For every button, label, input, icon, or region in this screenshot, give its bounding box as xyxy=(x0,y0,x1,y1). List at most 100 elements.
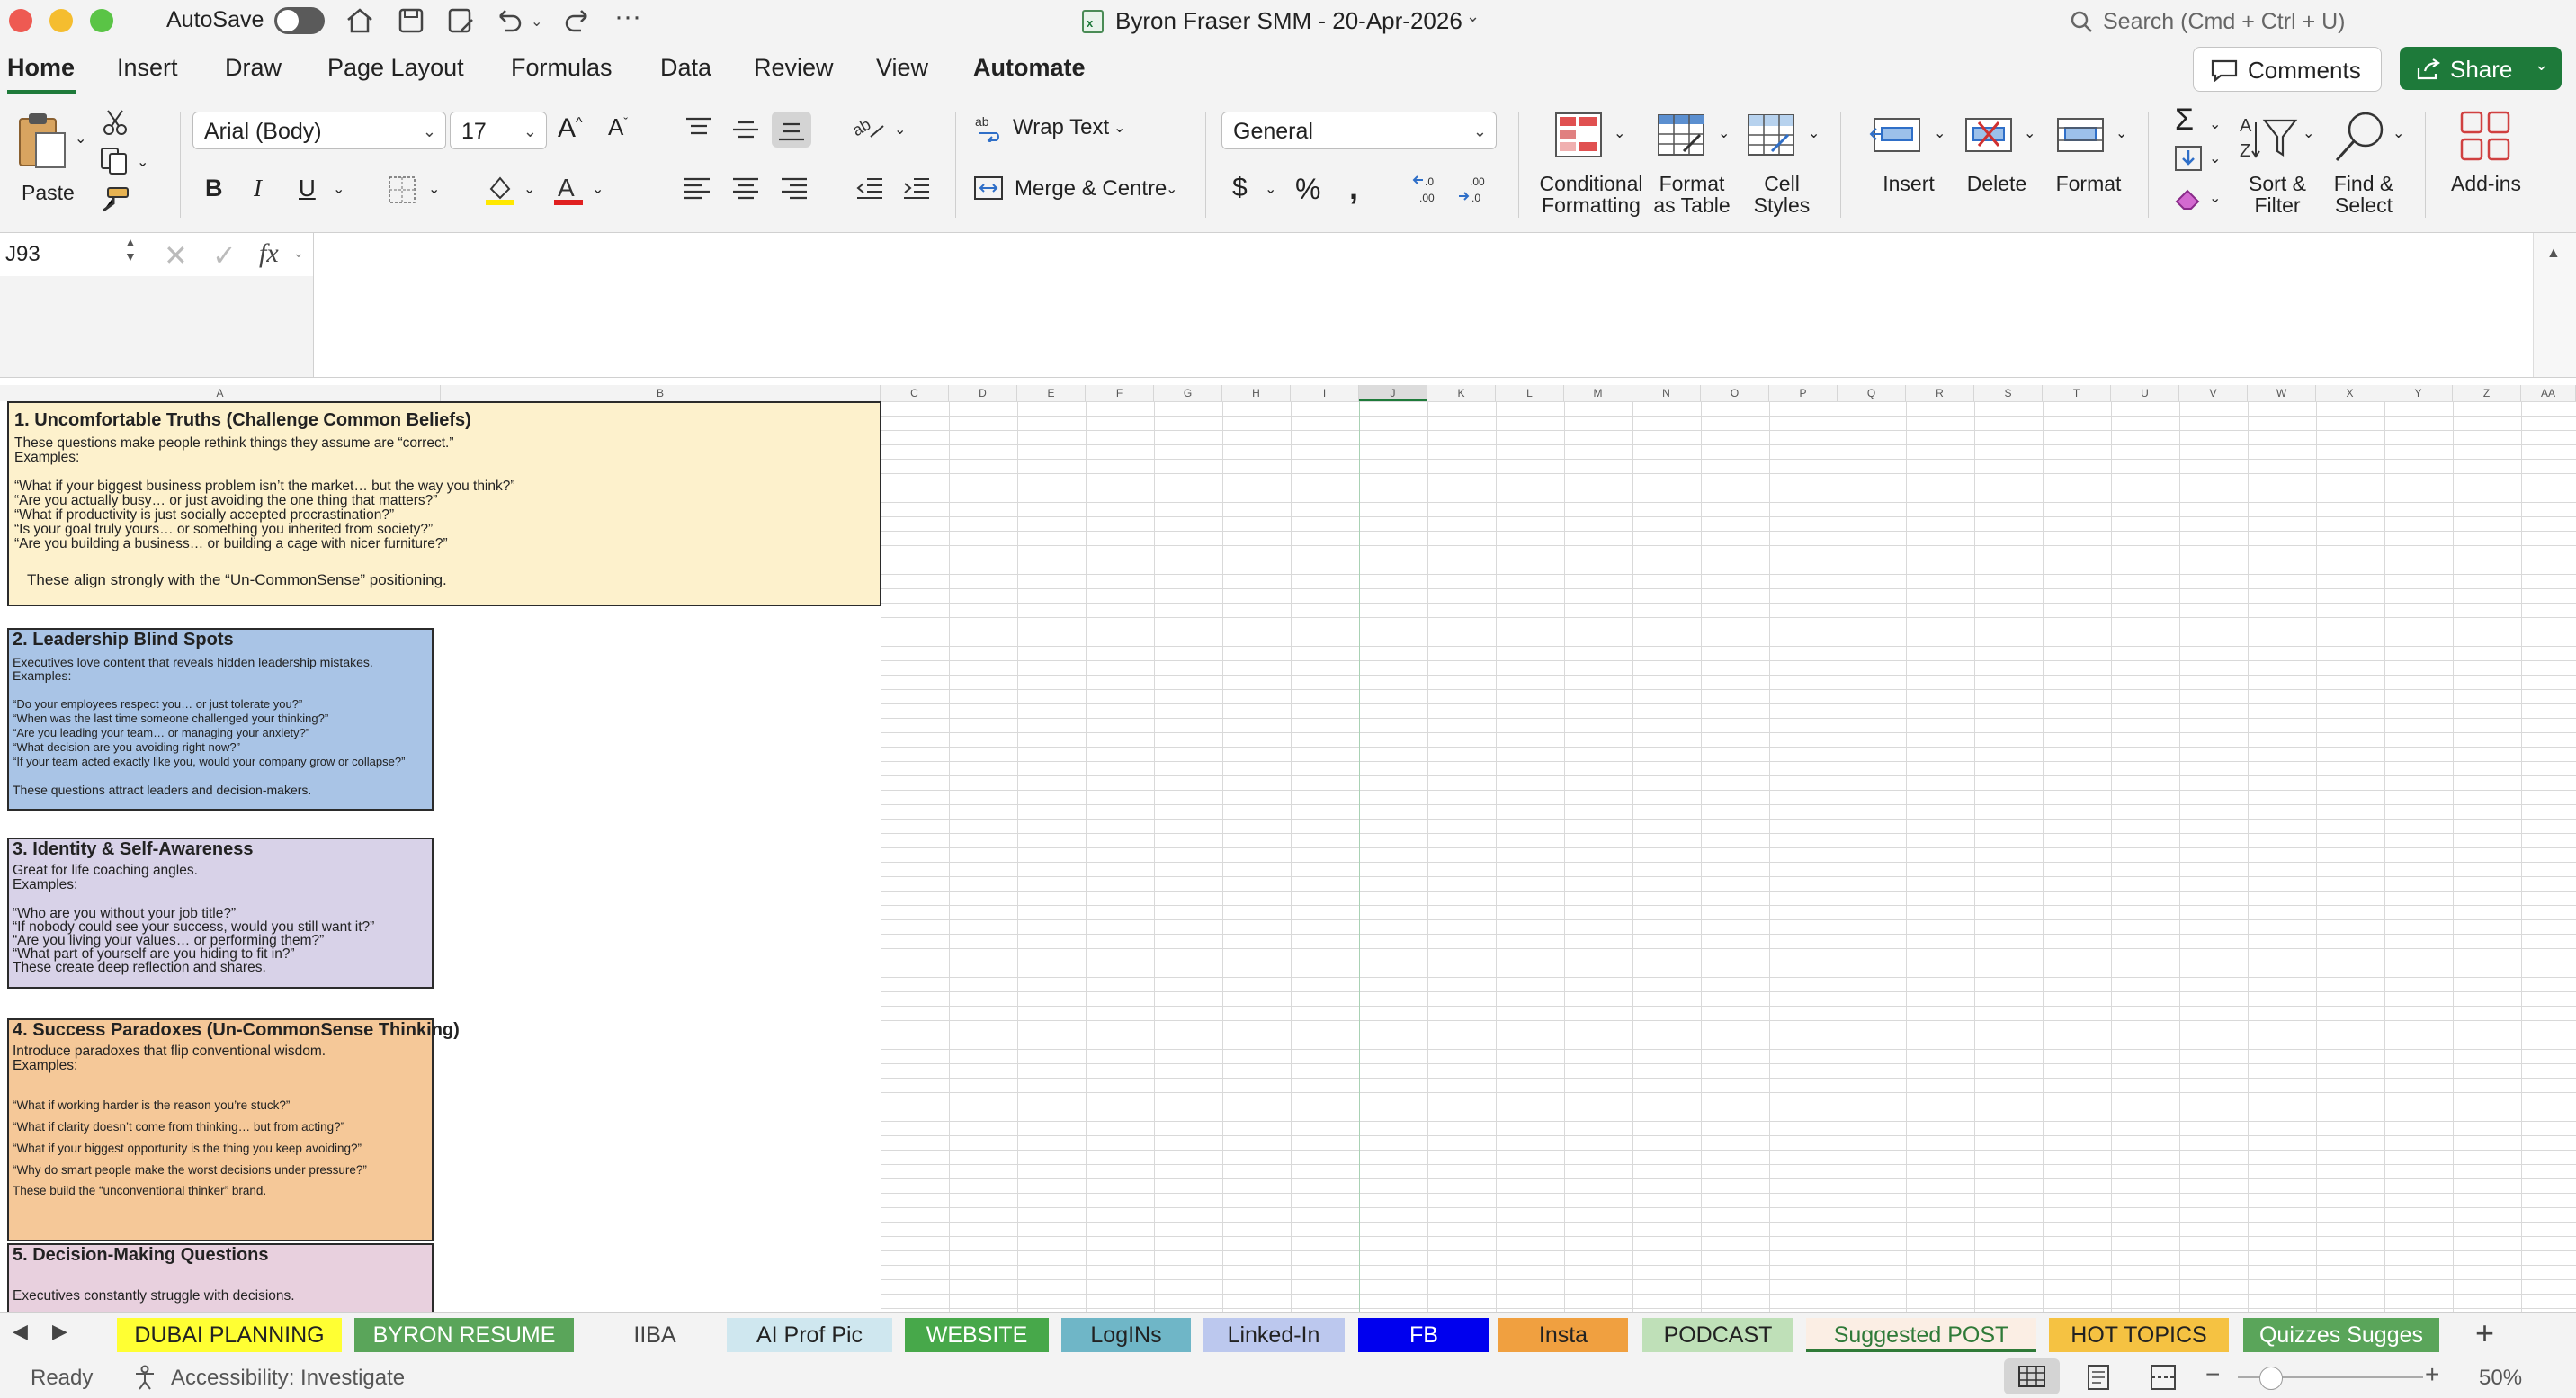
format-as-table-dropdown-icon[interactable]: ⌄ xyxy=(1718,124,1730,142)
format-cells-dropdown-icon[interactable]: ⌄ xyxy=(2115,124,2127,142)
format-cells-icon[interactable] xyxy=(2053,110,2108,160)
sheet-tab[interactable]: AI Prof Pic xyxy=(727,1318,892,1352)
underline-dropdown-icon[interactable]: ⌄ xyxy=(333,180,344,198)
column-header[interactable]: N xyxy=(1632,385,1701,401)
fill-icon[interactable] xyxy=(2173,144,2204,173)
normal-view-button[interactable] xyxy=(2004,1358,2060,1394)
autosave-toggle[interactable] xyxy=(274,7,325,34)
zoom-level[interactable]: 50% xyxy=(2479,1366,2522,1391)
currency-button[interactable]: $ xyxy=(1232,173,1248,203)
orientation-icon[interactable]: ab xyxy=(853,113,889,144)
name-box[interactable]: J93 ▲ ▼ xyxy=(0,233,144,276)
column-header[interactable]: A xyxy=(0,385,441,401)
align-middle-icon[interactable] xyxy=(730,115,761,142)
merge-centre-button[interactable]: Merge & Centre xyxy=(1015,176,1167,202)
wrap-text-button[interactable]: Wrap Text xyxy=(1013,115,1109,140)
cell-styles-icon[interactable] xyxy=(1747,110,1799,160)
clear-dropdown-icon[interactable]: ⌄ xyxy=(2209,189,2221,207)
tab-review[interactable]: Review xyxy=(754,54,834,82)
copy-dropdown-icon[interactable]: ⌄ xyxy=(137,153,148,171)
column-header-selected[interactable]: J xyxy=(1359,385,1427,401)
sort-filter-dropdown-icon[interactable]: ⌄ xyxy=(2303,124,2314,142)
borders-dropdown-icon[interactable]: ⌄ xyxy=(428,180,440,198)
decrease-indent-icon[interactable] xyxy=(854,175,885,202)
comma-style-button[interactable]: , xyxy=(1349,169,1358,207)
sheet-tab[interactable]: IIBA xyxy=(588,1318,721,1352)
fill-dropdown-icon[interactable]: ⌄ xyxy=(2209,149,2221,167)
comments-button[interactable]: Comments xyxy=(2193,47,2382,92)
cancel-entry-icon[interactable]: ✕ xyxy=(164,238,188,273)
delete-cells-dropdown-icon[interactable]: ⌄ xyxy=(2024,124,2035,142)
card-uncomfortable-truths[interactable]: 1. Uncomfortable Truths (Challenge Commo… xyxy=(7,401,881,606)
insert-cells-icon[interactable] xyxy=(1869,110,1925,160)
column-header[interactable]: W xyxy=(2248,385,2316,401)
merge-centre-dropdown-icon[interactable]: ⌄ xyxy=(1166,180,1177,198)
increase-font-size-icon[interactable]: A^ xyxy=(558,113,583,144)
tab-home[interactable]: Home xyxy=(7,54,75,82)
next-sheet-icon[interactable]: ▶ xyxy=(52,1320,67,1343)
column-header[interactable]: L xyxy=(1496,385,1564,401)
increase-indent-icon[interactable] xyxy=(901,175,932,202)
column-header[interactable]: Z xyxy=(2453,385,2521,401)
align-center-icon[interactable] xyxy=(730,175,761,202)
sort-filter-icon[interactable]: AZ xyxy=(2240,112,2299,166)
font-name-select[interactable]: Arial (Body) ⌄ xyxy=(192,112,446,149)
underline-button[interactable]: U xyxy=(299,175,316,202)
font-color-icon[interactable]: A xyxy=(552,173,585,207)
insert-cells-dropdown-icon[interactable]: ⌄ xyxy=(1934,124,1945,142)
column-header[interactable]: Y xyxy=(2384,385,2453,401)
sheet-tab[interactable]: BYRON RESUME xyxy=(354,1318,574,1352)
undo-icon[interactable] xyxy=(493,4,525,36)
insert-function-button[interactable]: fx xyxy=(259,238,279,269)
sheet-tab[interactable]: DUBAI PLANNING xyxy=(117,1318,342,1352)
tab-formulas[interactable]: Formulas xyxy=(511,54,613,82)
find-select-dropdown-icon[interactable]: ⌄ xyxy=(2393,124,2404,142)
card-decision-making[interactable]: 5. Decision-Making Questions Executives … xyxy=(7,1243,434,1315)
home-icon[interactable] xyxy=(344,5,375,36)
tab-view[interactable]: View xyxy=(876,54,928,82)
column-header[interactable]: B xyxy=(441,385,881,401)
clear-icon[interactable] xyxy=(2173,185,2204,212)
column-header[interactable]: K xyxy=(1427,385,1496,401)
minimize-window-button[interactable] xyxy=(49,9,73,32)
italic-button[interactable]: I xyxy=(254,175,262,202)
autosum-icon[interactable]: Σ xyxy=(2175,103,2194,138)
column-header[interactable]: AA xyxy=(2521,385,2576,401)
function-dropdown-icon[interactable]: ⌄ xyxy=(293,246,304,261)
find-select-icon[interactable] xyxy=(2331,108,2391,167)
number-format-select[interactable]: General ⌄ xyxy=(1221,112,1497,149)
title-dropdown-icon[interactable]: ⌄ xyxy=(1466,7,1480,26)
page-layout-view-icon[interactable] xyxy=(2087,1364,2110,1391)
wrap-text-dropdown-icon[interactable]: ⌄ xyxy=(1114,119,1125,137)
sheet-tab-active[interactable]: Suggested POST xyxy=(1806,1318,2036,1352)
align-top-icon[interactable] xyxy=(684,115,714,142)
decrease-font-size-icon[interactable]: Aˇ xyxy=(608,113,628,141)
column-header[interactable]: G xyxy=(1154,385,1222,401)
zoom-in-button[interactable]: + xyxy=(2425,1360,2439,1389)
column-header[interactable]: O xyxy=(1701,385,1769,401)
sheet-tab[interactable]: FB xyxy=(1358,1318,1489,1352)
column-header[interactable]: V xyxy=(2179,385,2248,401)
save-icon[interactable] xyxy=(396,5,426,36)
confirm-entry-icon[interactable]: ✓ xyxy=(212,238,237,273)
accessibility-status[interactable]: Accessibility: Investigate xyxy=(171,1366,405,1391)
formula-bar-collapse[interactable]: ▲ xyxy=(2533,233,2576,377)
fill-color-icon[interactable] xyxy=(484,173,516,207)
column-header[interactable]: E xyxy=(1017,385,1086,401)
column-header[interactable]: R xyxy=(1906,385,1974,401)
column-header[interactable]: U xyxy=(2111,385,2179,401)
accessibility-icon[interactable] xyxy=(131,1364,158,1391)
delete-cells-icon[interactable] xyxy=(1961,110,2017,160)
undo-dropdown-icon[interactable]: ⌄ xyxy=(531,13,542,31)
tab-automate[interactable]: Automate xyxy=(973,54,1086,82)
add-ins-icon[interactable] xyxy=(2459,110,2511,162)
fill-color-dropdown-icon[interactable]: ⌄ xyxy=(523,180,535,198)
conditional-formatting-dropdown-icon[interactable]: ⌄ xyxy=(1614,124,1625,142)
zoom-slider-thumb[interactable] xyxy=(2259,1367,2283,1390)
decrease-decimal-icon[interactable]: .00.0 xyxy=(1457,173,1493,205)
column-header[interactable]: Q xyxy=(1838,385,1906,401)
card-leadership-blind-spots[interactable]: 2. Leadership Blind Spots Executives lov… xyxy=(7,628,434,811)
tab-data[interactable]: Data xyxy=(660,54,711,82)
copy-icon[interactable] xyxy=(99,146,131,176)
column-header[interactable]: T xyxy=(2043,385,2111,401)
